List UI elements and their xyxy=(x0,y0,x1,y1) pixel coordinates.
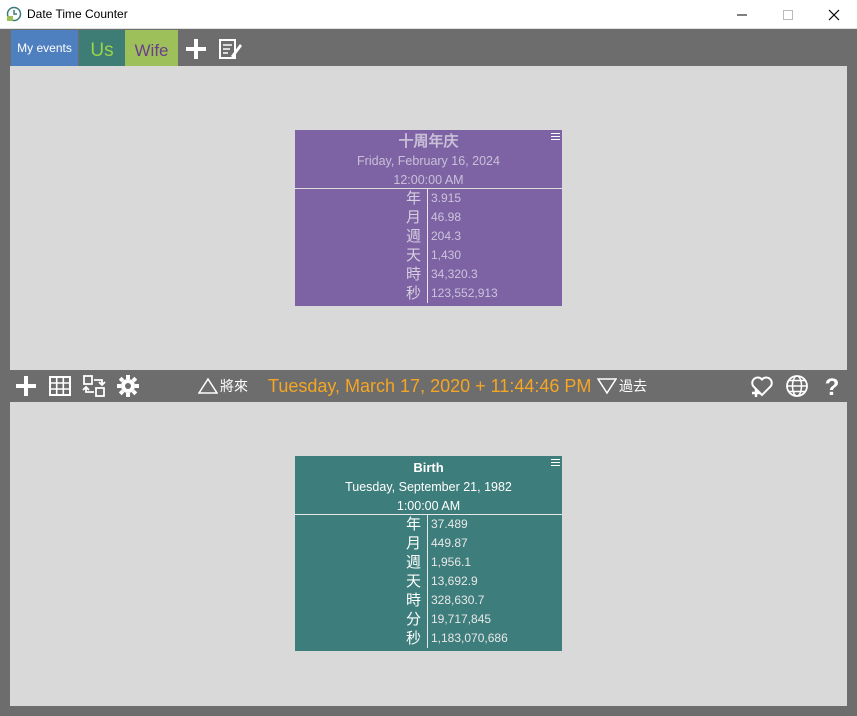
counter-row: 秒 123,552,913 xyxy=(295,284,562,303)
past-label: 過去 xyxy=(619,378,647,394)
tab-bar: My events Us Wife xyxy=(0,29,857,66)
tab-wife[interactable]: Wife xyxy=(125,30,178,66)
add-tab-button[interactable] xyxy=(183,36,209,62)
counter-value: 328,630.7 xyxy=(431,593,485,607)
event-card-header: Birth Tuesday, September 21, 1982 1:00:0… xyxy=(295,456,562,515)
menu-icon[interactable] xyxy=(551,458,560,467)
heart-plus-button[interactable] xyxy=(750,374,774,398)
counter-row: 天 1,430 xyxy=(295,246,562,265)
event-name: Birth xyxy=(413,460,444,475)
globe-button[interactable] xyxy=(785,374,809,398)
past-events-panel: Birth Tuesday, September 21, 1982 1:00:0… xyxy=(10,402,847,706)
counter-value: 34,320.3 xyxy=(431,267,478,281)
counter-row: 秒 1,183,070,686 xyxy=(295,629,562,648)
unit-label: 天 xyxy=(405,247,421,264)
event-date: Friday, February 16, 2024 xyxy=(357,154,500,168)
unit-label: 分 xyxy=(405,611,421,628)
unit-label: 秒 xyxy=(405,630,421,647)
swap-button[interactable] xyxy=(82,374,106,398)
counter-value: 46.98 xyxy=(431,210,462,224)
event-time: 12:00:00 AM xyxy=(393,173,464,187)
counter-value: 1,183,070,686 xyxy=(431,631,508,645)
counter-value: 1,430 xyxy=(431,248,462,262)
counter-row: 年 3.915 xyxy=(295,189,562,208)
counter-row: 天 13,692.9 xyxy=(295,572,562,591)
counter-row: 時 34,320.3 xyxy=(295,265,562,284)
counter-value: 1,956.1 xyxy=(431,555,472,569)
future-events-panel: 十周年庆 Friday, February 16, 2024 12:00:00 … xyxy=(10,66,847,370)
event-card-birth[interactable]: Birth Tuesday, September 21, 1982 1:00:0… xyxy=(295,456,562,651)
unit-label: 時 xyxy=(405,266,421,283)
add-event-button[interactable] xyxy=(14,374,38,398)
unit-label: 月 xyxy=(405,209,421,226)
counter-value: 13,692.9 xyxy=(431,574,478,588)
counter-value: 123,552,913 xyxy=(431,286,498,300)
unit-label: 月 xyxy=(405,535,421,552)
counter-row: 月 46.98 xyxy=(295,208,562,227)
close-icon xyxy=(828,9,840,20)
clock-app-icon xyxy=(6,6,22,22)
counter-value: 3.915 xyxy=(431,191,462,205)
unit-label: 年 xyxy=(405,190,421,207)
tab-us[interactable]: Us xyxy=(79,30,125,66)
title-bar: Date Time Counter xyxy=(0,0,857,29)
counter-row: 時 328,630.7 xyxy=(295,591,562,610)
main-toolbar: 將來 Tuesday, March 17, 2020 + 11:44:46 PM… xyxy=(0,370,857,402)
tab-my-events[interactable]: My events xyxy=(11,30,78,66)
event-name: 十周年庆 xyxy=(398,133,459,150)
help-button[interactable]: ? xyxy=(820,374,844,401)
unit-label: 週 xyxy=(405,228,421,245)
unit-label: 週 xyxy=(405,554,421,571)
counter-row: 年 37.489 xyxy=(295,515,562,534)
event-time: 1:00:00 AM xyxy=(396,499,461,513)
column-divider xyxy=(427,189,428,303)
counter-row: 月 449.87 xyxy=(295,534,562,553)
column-divider xyxy=(427,515,428,648)
grid-view-button[interactable] xyxy=(48,374,72,398)
counter-value: 449.87 xyxy=(431,536,468,550)
edit-tabs-button[interactable] xyxy=(217,36,243,62)
maximize-button[interactable] xyxy=(765,0,811,29)
triangle-up-icon xyxy=(198,377,218,394)
counter-value: 204.3 xyxy=(431,229,462,243)
minimize-button[interactable] xyxy=(719,0,765,29)
counter-row: 週 204.3 xyxy=(295,227,562,246)
unit-label: 天 xyxy=(405,573,421,590)
event-card-anniversary[interactable]: 十周年庆 Friday, February 16, 2024 12:00:00 … xyxy=(295,130,562,306)
event-date: Tuesday, September 21, 1982 xyxy=(345,480,512,494)
maximize-icon xyxy=(783,9,793,20)
settings-button[interactable] xyxy=(116,374,140,398)
future-filter-button[interactable]: 將來 xyxy=(198,376,248,396)
unit-label: 秒 xyxy=(405,285,421,302)
counter-row: 週 1,956.1 xyxy=(295,553,562,572)
current-datetime[interactable]: Tuesday, March 17, 2020 + 11:44:46 PM xyxy=(268,376,591,397)
triangle-down-icon xyxy=(597,378,617,395)
menu-icon[interactable] xyxy=(551,132,560,141)
counter-row: 分 19,717,845 xyxy=(295,610,562,629)
minimize-icon xyxy=(737,14,747,15)
counter-value: 37.489 xyxy=(431,517,468,531)
future-label: 將來 xyxy=(220,378,248,394)
event-counter-list: 年 3.915 月 46.98 週 204.3 天 1,430 時 34,320.3 秒1… xyxy=(295,189,562,303)
close-button[interactable] xyxy=(811,0,857,29)
past-filter-button[interactable]: 過去 xyxy=(597,376,647,396)
event-card-header: 十周年庆 Friday, February 16, 2024 12:00:00 … xyxy=(295,130,562,189)
event-counter-list: 年 37.489 月 449.87 週 1,956.1 天 13,692.9 時 328,… xyxy=(295,515,562,648)
unit-label: 時 xyxy=(405,592,421,609)
window-title: Date Time Counter xyxy=(27,7,128,21)
counter-value: 19,717,845 xyxy=(431,612,492,626)
unit-label: 年 xyxy=(405,516,421,533)
